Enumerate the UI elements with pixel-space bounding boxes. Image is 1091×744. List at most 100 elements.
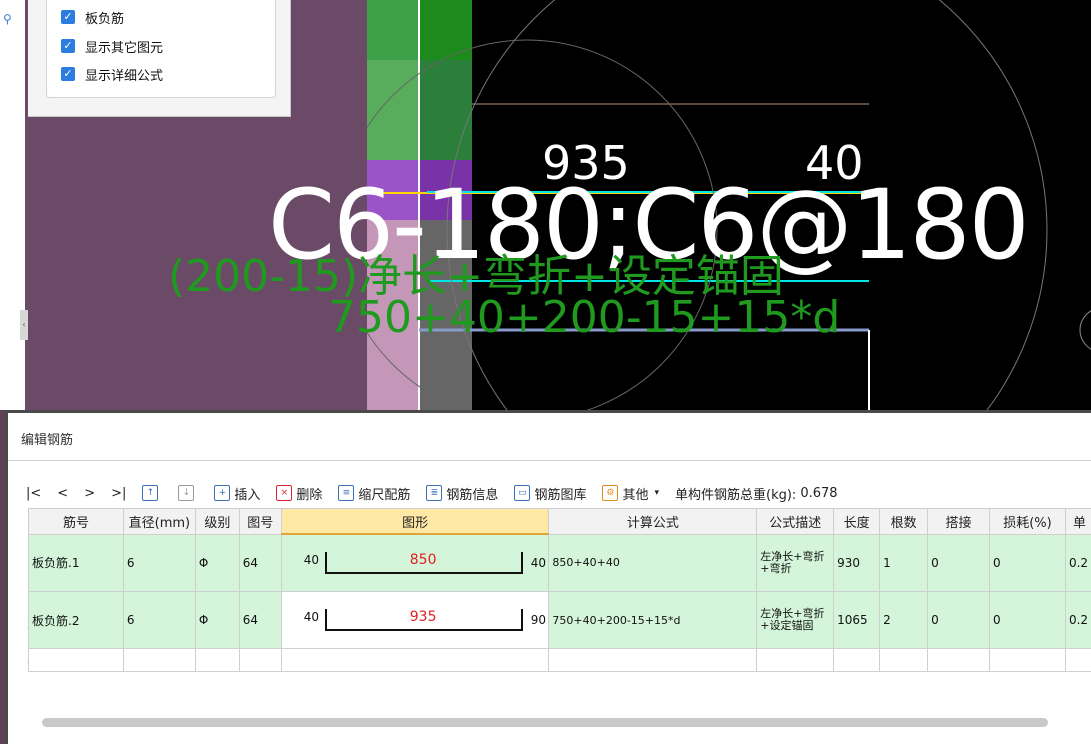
total-weight-label: 单构件钢筋总重(kg): — [675, 484, 796, 503]
rebar-library-button[interactable]: ▭钢筋图库 — [514, 484, 586, 503]
other-dropdown[interactable]: ⚙其他▾ — [602, 484, 659, 503]
cell-diameter[interactable]: 6 — [123, 592, 195, 649]
cell-empty[interactable] — [281, 649, 549, 672]
collapse-handle[interactable]: ‹ — [20, 310, 28, 340]
move-up-button[interactable]: ↑ — [142, 485, 162, 501]
delete-icon: × — [276, 485, 292, 501]
checkbox-checked-icon[interactable]: ✓ — [61, 67, 75, 81]
cell-empty[interactable] — [928, 649, 990, 672]
cell-empty[interactable] — [549, 649, 757, 672]
shape-mid-dim: 850 — [410, 552, 437, 568]
cell-formula[interactable]: 850+40+40 — [549, 534, 757, 592]
col-header[interactable]: 公式描述 — [757, 509, 834, 535]
layer-item-show-formula[interactable]: ✓ 显示详细公式 — [61, 64, 163, 84]
shape-left-dim: 40 — [304, 553, 319, 567]
cell-empty[interactable] — [880, 649, 928, 672]
cell-name[interactable]: 板负筋.2 — [29, 592, 124, 649]
layer-list: ✓ 板负筋 ✓ 显示其它图元 ✓ 显示详细公式 — [46, 0, 276, 98]
rebar-info-button[interactable]: ≣钢筋信息 — [426, 484, 498, 503]
cell-count[interactable]: 1 — [880, 534, 928, 592]
cell-count[interactable]: 2 — [880, 592, 928, 649]
col-header[interactable]: 根数 — [880, 509, 928, 535]
search-icon[interactable]: ⚲ — [3, 12, 12, 26]
left-sidebar — [0, 0, 26, 410]
col-header[interactable]: 级别 — [195, 509, 239, 535]
cell-shape[interactable]: 40 935 90 — [281, 592, 549, 649]
cell-loss[interactable]: 0 — [990, 592, 1066, 649]
layer-label: 显示详细公式 — [85, 65, 163, 84]
cell-empty[interactable] — [123, 649, 195, 672]
col-header[interactable]: 单 — [1065, 509, 1091, 535]
cell-unit[interactable]: 0.2 — [1065, 592, 1091, 649]
checkbox-checked-icon[interactable]: ✓ — [61, 39, 75, 53]
cell-grade[interactable]: Φ — [195, 534, 239, 592]
cell-lap[interactable]: 0 — [928, 534, 990, 592]
formula-text: 750+40+200-15+15*d — [328, 292, 840, 343]
cell-figure[interactable]: 64 — [239, 534, 281, 592]
layer-label: 板负筋 — [85, 8, 124, 27]
gear-icon: ⚙ — [602, 485, 618, 501]
cell-empty[interactable] — [834, 649, 880, 672]
table-row-empty[interactable] — [29, 649, 1091, 672]
col-header[interactable]: 筋号 — [29, 509, 124, 535]
col-header[interactable]: 损耗(%) — [990, 509, 1066, 535]
scale-label: 缩尺配筋 — [358, 484, 410, 503]
cell-empty[interactable] — [990, 649, 1066, 672]
layer-label: 显示其它图元 — [85, 37, 163, 56]
arrow-down-icon: ↓ — [178, 485, 194, 501]
insert-button[interactable]: +插入 — [214, 484, 260, 503]
divider — [8, 460, 1091, 461]
col-header-shape[interactable]: 图形 — [281, 509, 549, 535]
info-label: 钢筋信息 — [446, 484, 498, 503]
cell-length[interactable]: 930 — [834, 534, 880, 592]
table-row[interactable]: 板负筋.1 6 Φ 64 40 850 40 850+40+40 左净长+弯折+… — [29, 534, 1091, 592]
delete-label: 删除 — [296, 484, 322, 503]
cell-grade[interactable]: Φ — [195, 592, 239, 649]
other-label: 其他 — [622, 484, 648, 503]
insert-icon: + — [214, 485, 230, 501]
scale-rebar-button[interactable]: ≡缩尺配筋 — [338, 484, 410, 503]
col-header[interactable]: 计算公式 — [549, 509, 757, 535]
delete-button[interactable]: ×删除 — [276, 484, 322, 503]
move-down-button[interactable]: ↓ — [178, 485, 198, 501]
cell-length[interactable]: 1065 — [834, 592, 880, 649]
cell-empty[interactable] — [195, 649, 239, 672]
checkbox-checked-icon[interactable]: ✓ — [61, 10, 75, 24]
layer-item-slab-neg[interactable]: ✓ 板负筋 — [61, 7, 124, 27]
cell-empty[interactable] — [1065, 649, 1091, 672]
shape-left-dim: 40 — [304, 610, 319, 624]
total-weight-value: 0.678 — [800, 486, 837, 501]
cell-empty[interactable] — [29, 649, 124, 672]
shape-mid-dim: 935 — [410, 609, 437, 625]
library-icon: ▭ — [514, 485, 530, 501]
cell-figure[interactable]: 64 — [239, 592, 281, 649]
cell-name[interactable]: 板负筋.1 — [29, 534, 124, 592]
cell-empty[interactable] — [239, 649, 281, 672]
shape-right-dim: 90 — [531, 613, 546, 627]
col-header[interactable]: 图号 — [239, 509, 281, 535]
cell-lap[interactable]: 0 — [928, 592, 990, 649]
editor-toolbar: |< < > >| ↑ ↓ +插入 ×删除 ≡缩尺配筋 ≣钢筋信息 ▭钢筋图库 … — [26, 483, 854, 503]
nav-prev-button[interactable]: < — [57, 486, 68, 501]
cell-unit[interactable]: 0.2 — [1065, 534, 1091, 592]
rebar-table: 筋号 直径(mm) 级别 图号 图形 计算公式 公式描述 长度 根数 搭接 损耗… — [28, 508, 1091, 672]
horizontal-scrollbar[interactable] — [42, 718, 1048, 727]
library-label: 钢筋图库 — [534, 484, 586, 503]
cell-empty[interactable] — [757, 649, 834, 672]
table-row[interactable]: 板负筋.2 6 Φ 64 40 935 90 750+40+200-15+15*… — [29, 592, 1091, 649]
cell-diameter[interactable]: 6 — [123, 534, 195, 592]
layer-item-show-others[interactable]: ✓ 显示其它图元 — [61, 36, 163, 56]
cell-description[interactable]: 左净长+弯折+弯折 — [757, 534, 834, 592]
cell-formula[interactable]: 750+40+200-15+15*d — [549, 592, 757, 649]
col-header[interactable]: 长度 — [834, 509, 880, 535]
col-header[interactable]: 搭接 — [928, 509, 990, 535]
cell-shape[interactable]: 40 850 40 — [281, 534, 549, 592]
col-header[interactable]: 直径(mm) — [123, 509, 195, 535]
cell-description[interactable]: 左净长+弯折+设定锚固 — [757, 592, 834, 649]
rebar-editor-panel: 编辑钢筋 |< < > >| ↑ ↓ +插入 ×删除 ≡缩尺配筋 ≣钢筋信息 ▭… — [5, 410, 1091, 744]
cell-loss[interactable]: 0 — [990, 534, 1066, 592]
nav-first-button[interactable]: |< — [26, 486, 41, 501]
nav-last-button[interactable]: >| — [111, 486, 126, 501]
shape-right-dim: 40 — [531, 556, 546, 570]
nav-next-button[interactable]: > — [84, 486, 95, 501]
